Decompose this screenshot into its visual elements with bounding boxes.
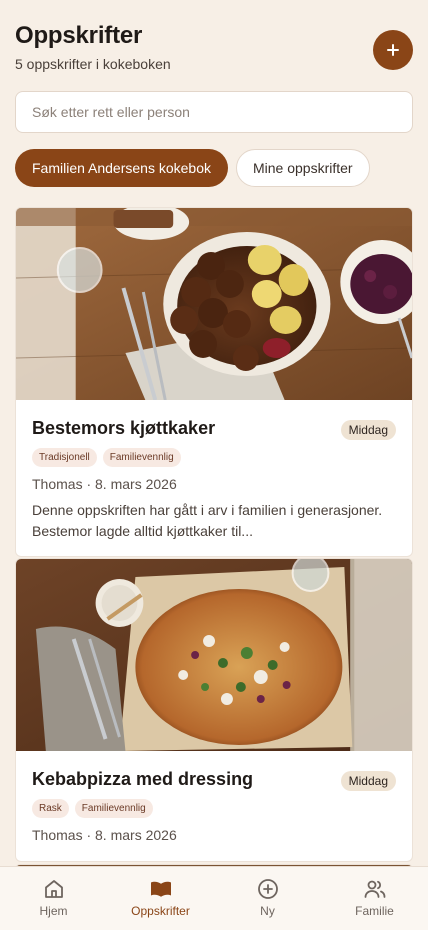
tab-family-cookbook[interactable]: Familien Andersens kokebok [15, 149, 228, 187]
category-badge: Middag [340, 420, 396, 440]
nav-family[interactable]: Familie [321, 867, 428, 930]
nav-home[interactable]: Hjem [0, 867, 107, 930]
tag: Rask [32, 799, 69, 818]
tag-list: Rask Familievennlig [32, 799, 396, 818]
nav-label: Oppskrifter [131, 904, 190, 918]
plus-circle-icon [257, 879, 278, 899]
tag: Tradisjonell [32, 448, 97, 467]
home-icon [44, 880, 63, 898]
nav-recipes[interactable]: Oppskrifter [107, 867, 214, 930]
users-icon [364, 880, 385, 898]
book-icon [150, 881, 171, 897]
recipe-card[interactable]: Kebabpizza med dressing Middag Rask Fami… [15, 558, 413, 862]
tag: Familievennlig [102, 448, 181, 467]
recipe-count: 5 oppskrifter i kokeboken [15, 56, 171, 72]
add-recipe-button[interactable] [373, 30, 413, 70]
bottom-navigation: Hjem Oppskrifter Ny Familie [0, 866, 428, 930]
tab-my-recipes[interactable]: Mine oppskrifter [236, 149, 370, 187]
cookbook-tabs: Familien Andersens kokebok Mine oppskrif… [15, 149, 370, 187]
nav-label: Familie [355, 904, 394, 918]
recipe-meta: Thomas · 8. mars 2026 [32, 476, 177, 492]
recipe-photo [16, 208, 412, 400]
tag: Familievennlig [74, 799, 153, 818]
recipe-meta: Thomas · 8. mars 2026 [32, 827, 177, 843]
search-input[interactable] [32, 104, 396, 120]
nav-label: Ny [260, 904, 275, 918]
recipe-photo [16, 559, 412, 751]
nav-new[interactable]: Ny [214, 867, 321, 930]
recipe-excerpt: Denne oppskriften har gått i arv i famil… [32, 502, 383, 539]
page-title: Oppskrifter [15, 22, 143, 49]
recipe-card[interactable]: Bestemors kjøttkaker Middag Tradisjonell… [15, 207, 413, 557]
search-box [15, 91, 413, 133]
nav-label: Hjem [39, 904, 68, 918]
category-badge: Middag [340, 771, 396, 791]
plus-icon [387, 44, 399, 56]
page-header: Oppskrifter 5 oppskrifter i kokeboken [15, 22, 413, 82]
tag-list: Tradisjonell Familievennlig [32, 448, 396, 467]
